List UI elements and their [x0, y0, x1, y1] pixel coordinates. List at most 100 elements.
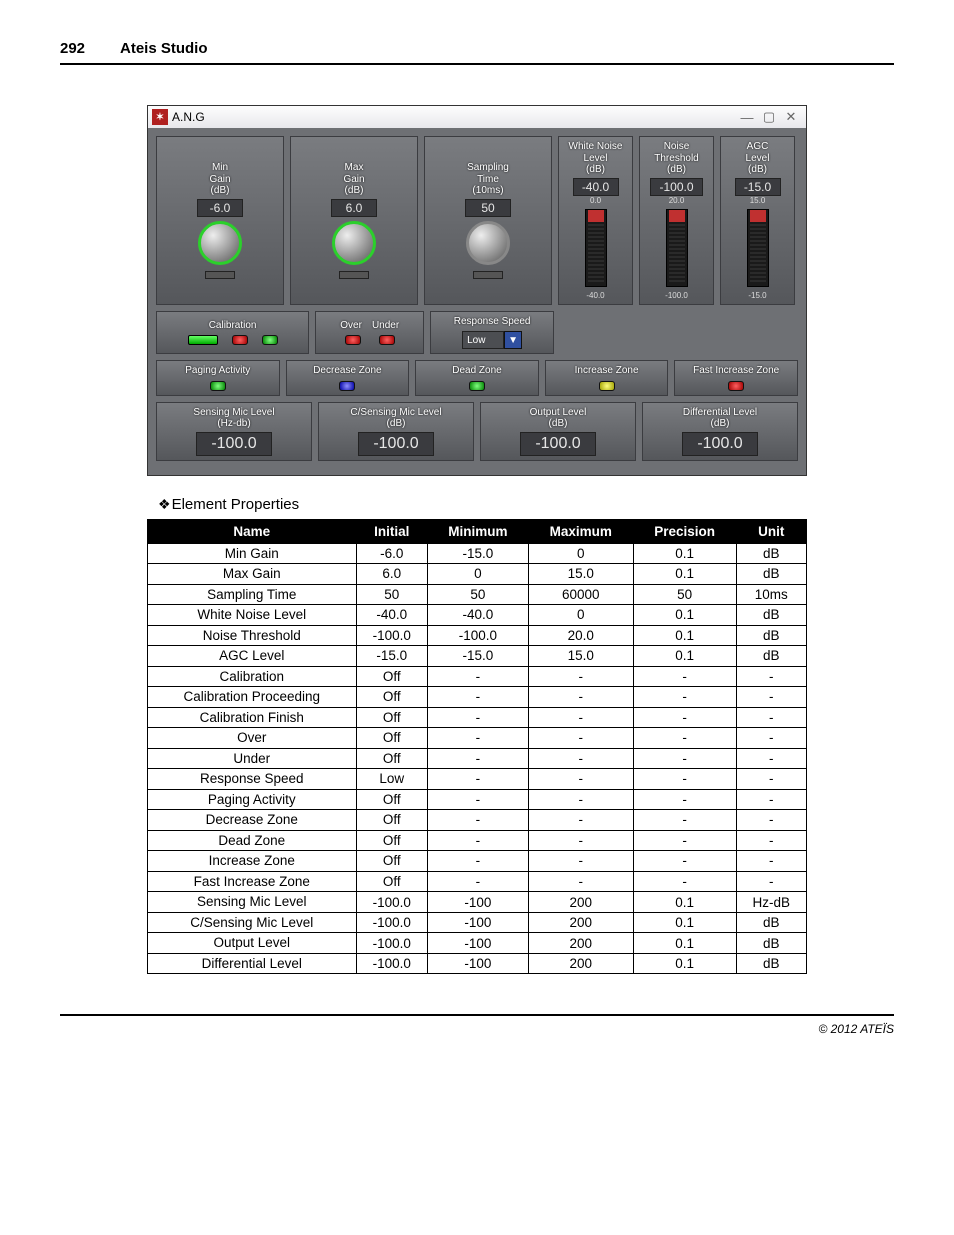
table-cell: -: [736, 728, 806, 749]
table-cell: -100: [428, 892, 529, 913]
max-gain-knob[interactable]: [332, 221, 376, 265]
table-cell: -: [736, 769, 806, 790]
table-cell: -: [428, 687, 529, 708]
table-cell: -15.0: [428, 543, 529, 564]
window-title: A.N.G: [172, 110, 205, 124]
output-level-panel: Output Level (dB) -100.0: [480, 402, 636, 461]
table-cell: -: [528, 707, 633, 728]
table-cell: -: [528, 871, 633, 892]
max-gain-slider[interactable]: [339, 271, 369, 279]
table-cell: -100.0: [356, 912, 427, 933]
sampling-knob[interactable]: [466, 221, 510, 265]
minimize-button[interactable]: —: [736, 109, 758, 125]
agc-value[interactable]: -15.0: [735, 178, 781, 196]
calibration-button[interactable]: [188, 335, 218, 345]
white-noise-bot: -40.0: [586, 291, 604, 300]
table-cell: Output Level: [148, 933, 357, 954]
table-cell: -15.0: [428, 646, 529, 667]
table-row: C/Sensing Mic Level-100.0-1002000.1dB: [148, 912, 807, 933]
calibration-panel: Calibration: [156, 311, 309, 355]
sampling-slider[interactable]: [473, 271, 503, 279]
sampling-label: Sampling Time (10ms): [467, 162, 509, 197]
table-cell: -: [428, 728, 529, 749]
table-cell: 200: [528, 912, 633, 933]
table-cell: Off: [356, 810, 427, 831]
table-cell: -100: [428, 953, 529, 974]
table-cell: 0.1: [633, 625, 736, 646]
table-cell: 0.1: [633, 564, 736, 585]
table-cell: -100: [428, 912, 529, 933]
under-led: [379, 335, 395, 345]
table-cell: Off: [356, 830, 427, 851]
table-cell: 0.1: [633, 646, 736, 667]
calibration-finish-led: [262, 335, 278, 345]
max-gain-label: Max Gain (dB): [343, 162, 364, 197]
table-cell: -: [428, 830, 529, 851]
sampling-value[interactable]: 50: [465, 199, 511, 217]
table-row: Differential Level-100.0-1002000.1dB: [148, 953, 807, 974]
table-cell: Off: [356, 707, 427, 728]
table-row: Increase ZoneOff----: [148, 851, 807, 872]
table-cell: -: [528, 748, 633, 769]
sensing-level-label: Sensing Mic Level (Hz-db): [193, 407, 274, 430]
white-noise-meter[interactable]: [585, 209, 607, 287]
table-cell: -: [633, 830, 736, 851]
increase-zone-label: Increase Zone: [575, 365, 639, 377]
table-cell: dB: [736, 646, 806, 667]
table-cell: dB: [736, 564, 806, 585]
table-row: Fast Increase ZoneOff----: [148, 871, 807, 892]
min-gain-value[interactable]: -6.0: [197, 199, 243, 217]
table-cell: Response Speed: [148, 769, 357, 790]
table-cell: Calibration: [148, 666, 357, 687]
table-cell: -: [633, 769, 736, 790]
response-dropdown[interactable]: Low ▼: [462, 331, 522, 349]
agc-label: AGC Level (dB): [746, 141, 770, 176]
table-cell: -: [528, 769, 633, 790]
chevron-down-icon[interactable]: ▼: [504, 331, 522, 349]
maximize-button[interactable]: ▢: [758, 109, 780, 125]
table-row: Max Gain6.0015.00.1dB: [148, 564, 807, 585]
table-cell: -: [633, 810, 736, 831]
table-cell: -100.0: [356, 625, 427, 646]
table-row: Sensing Mic Level-100.0-1002000.1Hz-dB: [148, 892, 807, 913]
noise-threshold-meter[interactable]: [666, 209, 688, 287]
table-cell: Calibration Finish: [148, 707, 357, 728]
table-cell: 0: [528, 543, 633, 564]
table-header: Maximum: [528, 519, 633, 543]
close-button[interactable]: ✕: [780, 109, 802, 125]
under-label: Under: [372, 320, 399, 332]
titlebar[interactable]: ✶ A.N.G — ▢ ✕: [148, 106, 806, 128]
white-noise-value[interactable]: -40.0: [573, 178, 619, 196]
agc-meter[interactable]: [747, 209, 769, 287]
page-title: Ateis Studio: [120, 40, 208, 57]
table-cell: 0.1: [633, 953, 736, 974]
table-cell: -: [633, 687, 736, 708]
noise-threshold-value[interactable]: -100.0: [650, 178, 702, 196]
table-cell: dB: [736, 625, 806, 646]
page-footer: © 2012 ATEÏS: [60, 1014, 894, 1036]
table-cell: Fast Increase Zone: [148, 871, 357, 892]
csensing-level-label: C/Sensing Mic Level (dB): [350, 407, 441, 430]
min-gain-slider[interactable]: [205, 271, 235, 279]
table-cell: -15.0: [356, 646, 427, 667]
table-header: Minimum: [428, 519, 529, 543]
table-cell: -: [428, 748, 529, 769]
over-label: Over: [340, 320, 362, 332]
table-cell: -: [528, 830, 633, 851]
table-cell: dB: [736, 605, 806, 626]
table-cell: Paging Activity: [148, 789, 357, 810]
white-noise-label: White Noise Level (dB): [569, 141, 623, 176]
table-row: Paging ActivityOff----: [148, 789, 807, 810]
min-gain-knob[interactable]: [198, 221, 242, 265]
noise-threshold-panel: Noise Threshold (dB) -100.0 20.0 -100.0: [639, 136, 714, 305]
max-gain-value[interactable]: 6.0: [331, 199, 377, 217]
row-levels: Sensing Mic Level (Hz-db) -100.0 C/Sensi…: [156, 402, 798, 461]
table-cell: Calibration Proceeding: [148, 687, 357, 708]
table-cell: 20.0: [528, 625, 633, 646]
table-cell: -100.0: [356, 953, 427, 974]
table-cell: -100.0: [428, 625, 529, 646]
dead-zone-panel: Dead Zone: [415, 360, 539, 396]
white-noise-top: 0.0: [590, 196, 601, 205]
table-cell: Under: [148, 748, 357, 769]
table-cell: -: [528, 789, 633, 810]
